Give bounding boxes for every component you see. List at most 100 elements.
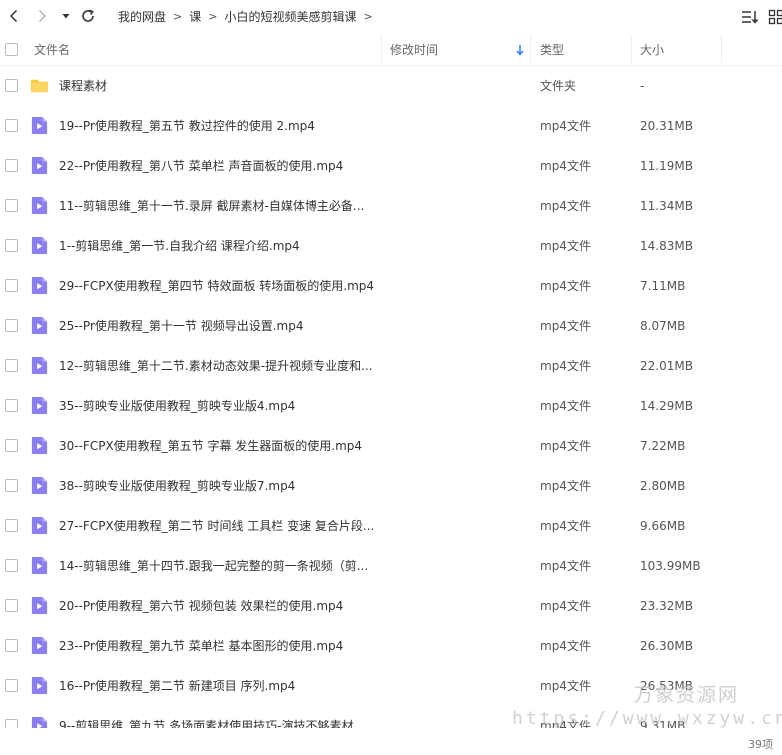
file-name: 11--剪辑思维_第十一节.录屏 截屏素材-自媒体博主必备... xyxy=(59,199,365,213)
list-item[interactable]: 1--剪辑思维_第一节.自我介绍 课程介绍.mp4 mp4文件 14.83MB xyxy=(0,226,782,266)
row-checkbox[interactable] xyxy=(5,319,18,332)
chevron-left-icon xyxy=(9,9,18,23)
file-size: 9.31MB xyxy=(640,719,686,728)
file-size: 22.01MB xyxy=(640,359,693,373)
file-type: mp4文件 xyxy=(540,679,591,693)
list-item[interactable]: 20--Pr使用教程_第六节 视频包装 效果栏的使用.mp4 mp4文件 23.… xyxy=(0,586,782,626)
column-header-type[interactable]: 类型 xyxy=(540,33,564,65)
column-header-name[interactable]: 文件名 xyxy=(34,33,70,65)
file-name: 22--Pr使用教程_第八节 菜单栏 声音面板的使用.mp4 xyxy=(59,159,344,173)
file-name: 1--剪辑思维_第一节.自我介绍 课程介绍.mp4 xyxy=(59,239,300,253)
file-type: mp4文件 xyxy=(540,199,591,213)
file-type: mp4文件 xyxy=(540,639,591,653)
row-checkbox[interactable] xyxy=(5,359,18,372)
row-checkbox[interactable] xyxy=(5,519,18,532)
grid-icon xyxy=(768,9,782,25)
file-type: mp4文件 xyxy=(540,519,591,533)
list-item[interactable]: 12--剪辑思维_第十二节.素材动态效果-提升视频专业度和... mp4文件 2… xyxy=(0,346,782,386)
file-name: 27--FCPX使用教程_第二节 时间线 工具栏 变速 复合片段... xyxy=(59,519,375,533)
list-item[interactable]: 27--FCPX使用教程_第二节 时间线 工具栏 变速 复合片段... mp4文… xyxy=(0,506,782,546)
grid-view-button[interactable] xyxy=(764,5,782,29)
history-dropdown-button[interactable] xyxy=(56,4,76,28)
video-file-icon xyxy=(31,196,48,215)
file-size: 7.22MB xyxy=(640,439,686,453)
back-button[interactable] xyxy=(2,4,26,28)
file-type: mp4文件 xyxy=(540,319,591,333)
sort-options-button[interactable] xyxy=(738,5,762,29)
sort-list-icon xyxy=(742,11,759,24)
breadcrumb-item[interactable]: 小白的短视频美感剪辑课 xyxy=(224,8,356,25)
video-file-icon xyxy=(31,476,48,495)
item-count-label: 39项 xyxy=(748,738,773,751)
video-file-icon xyxy=(31,276,48,295)
file-name: 23--Pr使用教程_第九节 菜单栏 基本图形的使用.mp4 xyxy=(59,639,344,653)
chevron-right-icon: > xyxy=(208,9,218,23)
list-item[interactable]: 35--剪映专业版使用教程_剪映专业版4.mp4 mp4文件 14.29MB xyxy=(0,386,782,426)
caret-down-icon xyxy=(62,14,70,19)
column-divider[interactable] xyxy=(721,35,722,63)
row-checkbox[interactable] xyxy=(5,159,18,172)
file-type: mp4文件 xyxy=(540,719,591,728)
row-checkbox[interactable] xyxy=(5,199,18,212)
column-divider[interactable] xyxy=(381,35,382,63)
list-item[interactable]: 30--FCPX使用教程_第五节 字幕 发生器面板的使用.mp4 mp4文件 7… xyxy=(0,426,782,466)
row-checkbox[interactable] xyxy=(5,399,18,412)
breadcrumb: 我的网盘 > 课 > 小白的短视频美感剪辑课 > xyxy=(118,0,380,32)
refresh-button[interactable] xyxy=(76,4,100,28)
file-size: 23.32MB xyxy=(640,599,693,613)
row-checkbox[interactable] xyxy=(5,599,18,612)
list-item[interactable]: 22--Pr使用教程_第八节 菜单栏 声音面板的使用.mp4 mp4文件 11.… xyxy=(0,146,782,186)
row-checkbox[interactable] xyxy=(5,239,18,252)
folder-icon xyxy=(30,79,49,93)
file-type: mp4文件 xyxy=(540,239,591,253)
column-divider[interactable] xyxy=(631,35,632,63)
list-item[interactable]: 16--Pr使用教程_第二节 新建项目 序列.mp4 mp4文件 26.53MB xyxy=(0,666,782,706)
video-file-icon xyxy=(31,316,48,335)
list-item[interactable]: 课程素材 文件夹 - xyxy=(0,66,782,106)
row-checkbox[interactable] xyxy=(5,79,18,92)
row-checkbox[interactable] xyxy=(5,719,18,728)
file-type: mp4文件 xyxy=(540,399,591,413)
forward-button[interactable] xyxy=(30,4,54,28)
file-size: 103.99MB xyxy=(640,559,701,573)
file-name: 12--剪辑思维_第十二节.素材动态效果-提升视频专业度和... xyxy=(59,359,373,373)
file-type: 文件夹 xyxy=(540,79,577,93)
video-file-icon xyxy=(31,156,48,175)
column-divider[interactable] xyxy=(530,35,531,63)
file-type: mp4文件 xyxy=(540,119,591,133)
refresh-icon xyxy=(82,9,94,22)
column-header-size[interactable]: 大小 xyxy=(640,33,664,65)
file-name: 29--FCPX使用教程_第四节 特效面板 转场面板的使用.mp4 xyxy=(59,279,375,293)
row-checkbox[interactable] xyxy=(5,119,18,132)
list-item[interactable]: 25--Pr使用教程_第十一节 视频导出设置.mp4 mp4文件 8.07MB xyxy=(0,306,782,346)
list-item[interactable]: 29--FCPX使用教程_第四节 特效面板 转场面板的使用.mp4 mp4文件 … xyxy=(0,266,782,306)
row-checkbox[interactable] xyxy=(5,559,18,572)
column-header-modified[interactable]: 修改时间 xyxy=(390,33,438,65)
list-item[interactable]: 11--剪辑思维_第十一节.录屏 截屏素材-自媒体博主必备... mp4文件 1… xyxy=(0,186,782,226)
row-checkbox[interactable] xyxy=(5,639,18,652)
video-file-icon xyxy=(31,556,48,575)
list-item[interactable]: 9--剪辑思维_第九节.多场面素材使用技巧-演技不够素材... mp4文件 9.… xyxy=(0,706,782,728)
chevron-right-icon: > xyxy=(173,9,183,23)
file-name: 9--剪辑思维_第九节.多场面素材使用技巧-演技不够素材... xyxy=(59,719,365,728)
file-type: mp4文件 xyxy=(540,559,591,573)
breadcrumb-item[interactable]: 课 xyxy=(189,8,201,25)
breadcrumb-item[interactable]: 我的网盘 xyxy=(118,8,166,25)
list-item[interactable]: 19--Pr使用教程_第五节 教过控件的使用 2.mp4 mp4文件 20.31… xyxy=(0,106,782,146)
row-checkbox[interactable] xyxy=(5,479,18,492)
video-file-icon xyxy=(31,516,48,535)
row-checkbox[interactable] xyxy=(5,279,18,292)
sort-descending-arrow-icon[interactable] xyxy=(515,44,525,56)
select-all-checkbox[interactable] xyxy=(5,43,18,56)
file-size: 20.31MB xyxy=(640,119,693,133)
list-item[interactable]: 23--Pr使用教程_第九节 菜单栏 基本图形的使用.mp4 mp4文件 26.… xyxy=(0,626,782,666)
file-size: 2.80MB xyxy=(640,479,686,493)
list-item[interactable]: 14--剪辑思维_第十四节.跟我一起完整的剪一条视频（剪... mp4文件 10… xyxy=(0,546,782,586)
row-checkbox[interactable] xyxy=(5,439,18,452)
file-size: 7.11MB xyxy=(640,279,686,293)
file-size: 8.07MB xyxy=(640,319,686,333)
list-item[interactable]: 38--剪映专业版使用教程_剪映专业版7.mp4 mp4文件 2.80MB xyxy=(0,466,782,506)
video-file-icon xyxy=(31,596,48,615)
row-checkbox[interactable] xyxy=(5,679,18,692)
file-list-header: 文件名 修改时间 类型 大小 xyxy=(0,33,782,66)
